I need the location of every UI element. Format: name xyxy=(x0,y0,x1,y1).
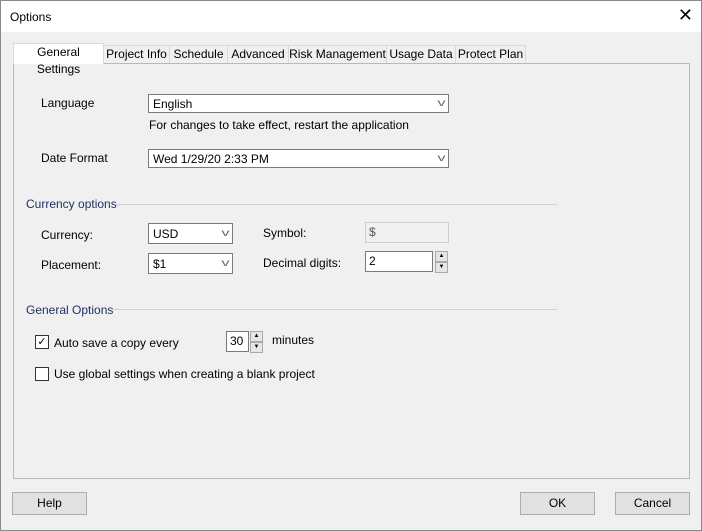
currency-dropdown[interactable]: USD v xyxy=(148,223,233,244)
placement-dropdown[interactable]: $1 v xyxy=(148,253,233,274)
autosave-checkbox[interactable]: ✓ xyxy=(35,335,49,349)
tab-usage-data[interactable]: Usage Data xyxy=(386,45,456,63)
tab-risk-management[interactable]: Risk Management xyxy=(288,45,387,63)
autosave-label: Auto save a copy every xyxy=(54,336,179,350)
chevron-down-icon: v xyxy=(221,228,230,239)
decimal-digits-label: Decimal digits: xyxy=(263,256,342,270)
global-settings-checkbox[interactable] xyxy=(35,367,49,381)
minutes-label: minutes xyxy=(272,333,315,347)
dialog-title: Options xyxy=(10,10,52,24)
tab-general-settings[interactable]: General Settings xyxy=(13,43,104,76)
currency-label: Currency: xyxy=(41,228,94,242)
chevron-down-icon: v xyxy=(221,258,230,269)
global-settings-label: Use global settings when creating a blan… xyxy=(54,367,315,381)
title-bar: Options ✕ xyxy=(1,1,701,32)
tab-advanced[interactable]: Advanced xyxy=(227,45,289,63)
divider xyxy=(115,204,557,205)
date-format-dropdown[interactable]: Wed 1/29/20 2:33 PM v xyxy=(148,149,449,168)
date-format-value: Wed 1/29/20 2:33 PM xyxy=(153,152,269,166)
placement-label: Placement: xyxy=(41,258,102,272)
help-label: Help xyxy=(37,496,62,510)
decimal-digits-spinner[interactable]: ▲ ▼ xyxy=(435,251,448,273)
cancel-label: Cancel xyxy=(633,496,672,510)
currency-value: USD xyxy=(153,227,179,241)
ok-label: OK xyxy=(548,496,567,510)
language-label: Language xyxy=(41,96,95,110)
tab-schedule[interactable]: Schedule xyxy=(169,45,228,63)
divider xyxy=(112,309,557,310)
autosave-spinner[interactable]: ▲ ▼ xyxy=(250,331,263,353)
decimal-digits-input[interactable]: 2 xyxy=(365,251,433,272)
tab-project-info[interactable]: Project Info xyxy=(103,45,170,63)
spin-up-icon[interactable]: ▲ xyxy=(250,331,263,342)
language-value: English xyxy=(153,97,193,111)
general-options-heading: General Options xyxy=(26,303,114,317)
ok-button[interactable]: OK xyxy=(520,492,595,515)
language-note: For changes to take effect, restart the … xyxy=(149,118,409,132)
currency-options-heading: Currency options xyxy=(26,197,117,211)
symbol-field: $ xyxy=(365,222,449,243)
spin-up-icon[interactable]: ▲ xyxy=(435,251,448,262)
chevron-down-icon: v xyxy=(437,98,446,109)
tab-protect-plan[interactable]: Protect Plan xyxy=(455,45,526,63)
close-icon[interactable]: ✕ xyxy=(678,5,693,26)
spin-down-icon[interactable]: ▼ xyxy=(435,262,448,273)
symbol-label: Symbol: xyxy=(263,226,307,240)
autosave-minutes-input[interactable]: 30 xyxy=(226,331,249,352)
help-button[interactable]: Help xyxy=(12,492,87,515)
date-format-label: Date Format xyxy=(41,151,108,165)
placement-value: $1 xyxy=(153,257,167,271)
options-dialog: Options ✕ General Settings Project Info … xyxy=(0,0,702,531)
chevron-down-icon: v xyxy=(437,153,446,164)
language-dropdown[interactable]: English v xyxy=(148,94,449,113)
cancel-button[interactable]: Cancel xyxy=(615,492,690,515)
spin-down-icon[interactable]: ▼ xyxy=(250,342,263,353)
